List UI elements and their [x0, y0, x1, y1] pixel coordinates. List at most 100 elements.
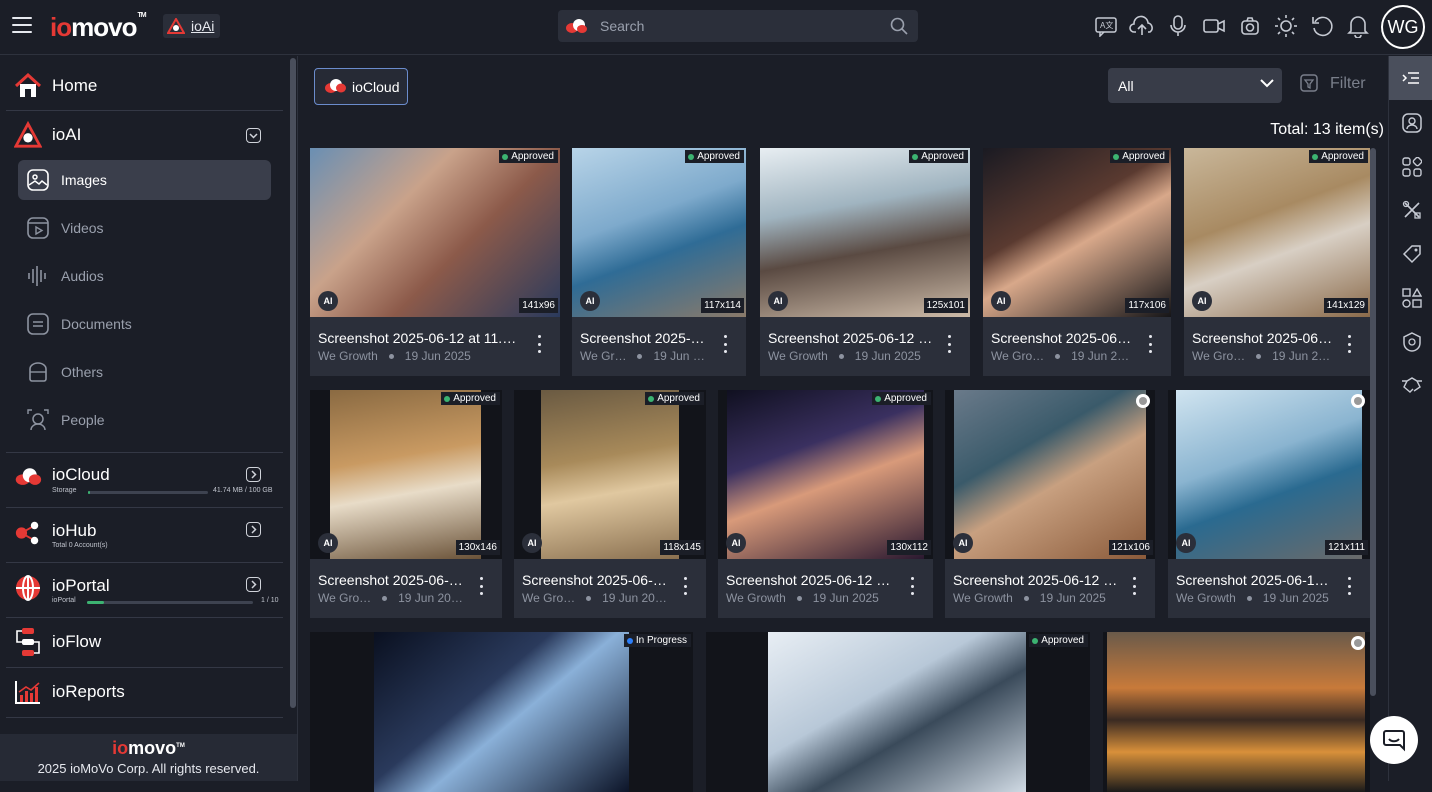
module-chip[interactable]: ioAi: [163, 14, 221, 38]
handshake-icon[interactable]: [1401, 374, 1423, 396]
asset-title[interactable]: Screenshot 2025-…: [580, 330, 710, 346]
asset-card[interactable]: Approved AI 117x114 Screenshot 2025-… We Gr……: [572, 148, 746, 376]
asset-thumbnail[interactable]: Approved AI 117x106: [983, 148, 1171, 317]
asset-thumbnail[interactable]: Approved AI 130x146: [310, 390, 502, 559]
tag-icon[interactable]: [1401, 243, 1423, 265]
brightness-icon[interactable]: [1272, 12, 1300, 40]
camera-icon[interactable]: [1236, 12, 1264, 40]
sidebar-item-iohub[interactable]: ioHub: [0, 509, 283, 563]
sidebar-item-ioreports[interactable]: ioReports: [0, 668, 283, 716]
asset-card[interactable]: Approved AI 130x112 Screenshot 2025-06-12 ……: [718, 390, 933, 618]
tools-icon[interactable]: [1401, 199, 1423, 221]
asset-thumbnail[interactable]: Approved AI 141x129: [1184, 148, 1370, 317]
asset-card[interactable]: In Progress: [310, 632, 693, 792]
asset-card[interactable]: Approved: [706, 632, 1090, 792]
asset-card[interactable]: Approved AI 118x145 Screenshot 2025-06-… We …: [514, 390, 706, 618]
svg-text:A文: A文: [1100, 20, 1113, 30]
asset-card[interactable]: AI 121x111 Screenshot 2025-06-1… We Growth 1…: [1168, 390, 1370, 618]
asset-thumbnail[interactable]: AI 121x106: [945, 390, 1155, 559]
search-bar[interactable]: [558, 10, 918, 42]
chat-button[interactable]: [1370, 716, 1418, 764]
asset-thumbnail[interactable]: In Progress: [310, 632, 693, 792]
asset-title[interactable]: Screenshot 2025-06…: [1192, 330, 1334, 346]
user-profile-icon[interactable]: [1401, 112, 1423, 134]
sidebar-item-ioflow[interactable]: ioFlow: [0, 618, 283, 666]
status-label: Approved: [884, 393, 927, 404]
more-options-icon[interactable]: [946, 335, 952, 353]
status-label: Approved: [511, 151, 554, 162]
sidebar-item-ioportal[interactable]: ioPortal: [0, 564, 283, 618]
asset-title[interactable]: Screenshot 2025-06-…: [522, 572, 670, 588]
app-logo[interactable]: io movo TM: [50, 10, 147, 44]
asset-title[interactable]: Screenshot 2025-06-12 …: [726, 572, 897, 588]
ai-translate-icon[interactable]: A文: [1092, 12, 1120, 40]
type-filter-select[interactable]: All: [1108, 68, 1282, 103]
search-icon[interactable]: [890, 17, 908, 35]
more-options-icon[interactable]: [1147, 335, 1153, 353]
asset-title[interactable]: Screenshot 2025-06-12 …: [953, 572, 1119, 588]
sidebar-item-documents[interactable]: Documents: [18, 304, 271, 344]
asset-title[interactable]: Screenshot 2025-06-…: [318, 572, 466, 588]
video-camera-icon[interactable]: [1200, 12, 1228, 40]
asset-title[interactable]: Screenshot 2025-06-12 …: [768, 330, 934, 346]
source-iocloud-button[interactable]: ioCloud: [314, 68, 408, 105]
sidebar-item-home[interactable]: Home: [0, 62, 283, 110]
microphone-icon[interactable]: [1164, 12, 1192, 40]
asset-thumbnail[interactable]: AI 121x111: [1168, 390, 1370, 559]
asset-card[interactable]: AI 121x106 Screenshot 2025-06-12 … We Growt…: [945, 390, 1155, 618]
sidebar-item-audios[interactable]: Audios: [18, 256, 271, 296]
asset-thumbnail[interactable]: Approved AI 125x101: [760, 148, 970, 317]
sidebar-item-images[interactable]: Images: [18, 160, 271, 200]
asset-card[interactable]: [1103, 632, 1370, 792]
sidebar-item-iocloud[interactable]: ioCloud: [0, 454, 283, 508]
bell-icon[interactable]: [1344, 12, 1372, 40]
chevron-right-icon[interactable]: [246, 577, 261, 592]
asset-thumbnail[interactable]: Approved AI 130x112: [718, 390, 933, 559]
more-options-icon[interactable]: [478, 577, 484, 595]
more-options-icon[interactable]: [1131, 577, 1137, 595]
grid-apps-icon[interactable]: [1401, 156, 1423, 178]
asset-card[interactable]: Approved AI 141x129 Screenshot 2025-06… We G…: [1184, 148, 1370, 376]
grid-scrollbar[interactable]: [1370, 148, 1376, 696]
select-checkbox[interactable]: [1136, 394, 1150, 408]
asset-thumbnail[interactable]: [1103, 632, 1370, 792]
asset-card[interactable]: Approved AI 117x106 Screenshot 2025-06… We G…: [983, 148, 1171, 376]
sidebar-item-others[interactable]: Others: [18, 352, 271, 392]
sidebar-item-videos[interactable]: Videos: [18, 208, 271, 248]
avatar[interactable]: WG: [1381, 5, 1425, 49]
search-input[interactable]: [600, 18, 880, 34]
cloud-upload-icon[interactable]: [1128, 12, 1156, 40]
more-options-icon[interactable]: [1346, 335, 1352, 353]
security-icon[interactable]: [1401, 331, 1423, 353]
sidebar-scrollbar[interactable]: [290, 58, 296, 708]
more-options-icon[interactable]: [722, 335, 728, 353]
asset-thumbnail[interactable]: Approved AI 118x145: [514, 390, 706, 559]
select-checkbox[interactable]: [1351, 394, 1365, 408]
chevron-right-icon[interactable]: [246, 467, 261, 482]
asset-thumbnail[interactable]: Approved AI 141x96: [310, 148, 560, 317]
select-checkbox[interactable]: [1351, 636, 1365, 650]
chevron-down-icon[interactable]: [246, 128, 261, 143]
chevron-right-icon[interactable]: [246, 522, 261, 537]
sidebar-item-ioai[interactable]: ioAI: [0, 111, 283, 159]
status-label: Approved: [1321, 151, 1364, 162]
asset-title[interactable]: Screenshot 2025-06…: [991, 330, 1135, 346]
sidebar-item-people[interactable]: People: [18, 400, 271, 440]
menu-icon[interactable]: [12, 17, 32, 33]
collapse-panel-icon[interactable]: [1389, 56, 1432, 100]
filter-button[interactable]: Filter: [1300, 74, 1366, 94]
asset-thumbnail[interactable]: Approved: [706, 632, 1090, 792]
asset-title[interactable]: Screenshot 2025-06-12 at 11.…: [318, 330, 524, 346]
asset-card[interactable]: Approved AI 130x146 Screenshot 2025-06-… We …: [310, 390, 502, 618]
asset-card[interactable]: Approved AI 125x101 Screenshot 2025-06-12 ……: [760, 148, 970, 376]
asset-card[interactable]: Approved AI 141x96 Screenshot 2025-06-12 at…: [310, 148, 560, 376]
asset-title[interactable]: Screenshot 2025-06-1…: [1176, 572, 1334, 588]
refresh-icon[interactable]: [1308, 12, 1336, 40]
more-options-icon[interactable]: [682, 577, 688, 595]
more-options-icon[interactable]: [909, 577, 915, 595]
more-options-icon[interactable]: [1346, 577, 1352, 595]
dimensions-badge: 117x114: [701, 298, 744, 313]
more-options-icon[interactable]: [536, 335, 542, 353]
asset-thumbnail[interactable]: Approved AI 117x114: [572, 148, 746, 317]
shapes-icon[interactable]: [1401, 287, 1423, 309]
